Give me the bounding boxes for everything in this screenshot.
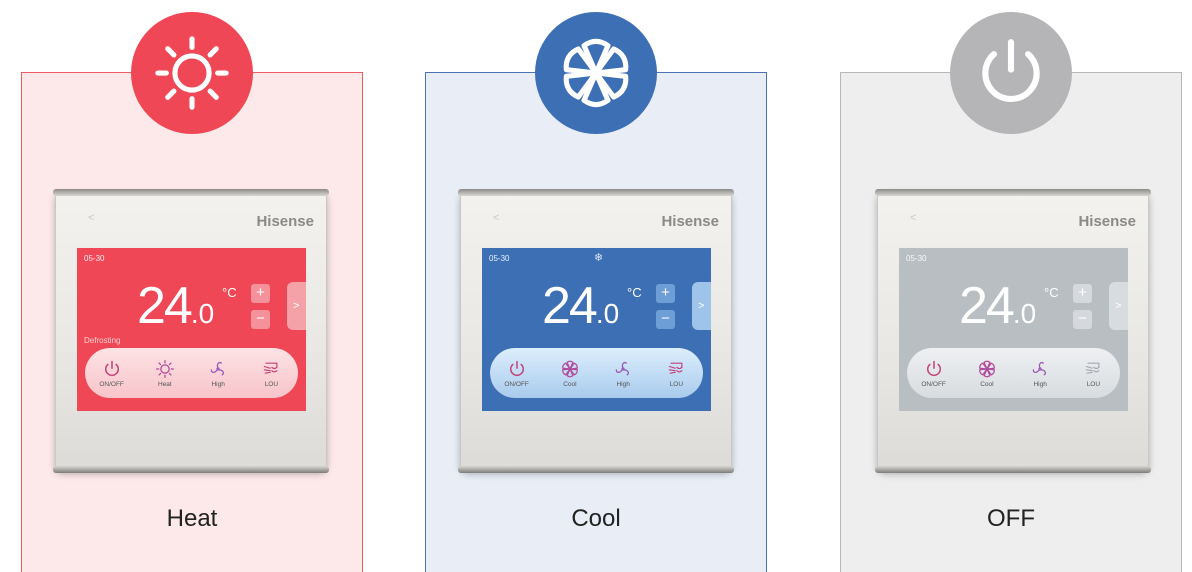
next-page-button[interactable]: >: [1109, 282, 1128, 330]
brand-logo: Hisense: [256, 213, 314, 230]
brand-logo: Hisense: [661, 213, 719, 230]
thermostat-device: < Hisense 05-30 24.0 °C + − > Defrosting…: [53, 189, 329, 473]
fan-icon: [1029, 359, 1051, 379]
thermostat-screen: 05-30 24.0 °C + − > ON/OFF Cool High LOU: [899, 248, 1128, 411]
fan-speed-button[interactable]: High: [601, 359, 645, 388]
date-display: 05-30: [906, 254, 927, 263]
temp-down-button[interactable]: −: [656, 310, 675, 329]
fan-speed-button[interactable]: High: [1018, 359, 1062, 388]
brand-logo: Hisense: [1078, 213, 1136, 230]
mode-label: Heat: [166, 505, 218, 532]
thermostat-device: < Hisense 05-30 ❄ 24.0 °C + − > ON/OFF C…: [458, 189, 734, 473]
next-page-button[interactable]: >: [287, 282, 306, 330]
power-icon: [950, 12, 1072, 134]
temperature-display: 24.0: [137, 277, 215, 335]
temperature-unit: °C: [222, 285, 237, 300]
date-display: 05-30: [84, 254, 105, 263]
control-bar: ON/OFF Heat High LOU: [85, 348, 298, 398]
thermostat-device: < Hisense 05-30 24.0 °C + − > ON/OFF Coo…: [875, 189, 1151, 473]
mode-button[interactable]: Cool: [965, 359, 1009, 388]
status-text: Defrosting: [84, 336, 121, 345]
power-button[interactable]: ON/OFF: [495, 359, 539, 388]
fan-speed-button[interactable]: High: [196, 359, 240, 388]
louver-icon: [665, 359, 687, 379]
louver-button[interactable]: LOU: [249, 359, 293, 388]
control-bar: ON/OFF Cool High LOU: [490, 348, 703, 398]
temperature-unit: °C: [627, 285, 642, 300]
power-icon: [923, 359, 945, 379]
temp-up-button[interactable]: +: [1073, 284, 1092, 303]
power-button[interactable]: ON/OFF: [90, 359, 134, 388]
sun-icon: [154, 359, 176, 379]
louver-button[interactable]: LOU: [1071, 359, 1115, 388]
snowflake-icon: [535, 12, 657, 134]
mode-button[interactable]: Cool: [548, 359, 592, 388]
power-icon: [101, 359, 123, 379]
temperature-display: 24.0: [959, 277, 1037, 335]
temp-down-button[interactable]: −: [251, 310, 270, 329]
temp-up-button[interactable]: +: [656, 284, 675, 303]
snowflake-icon: ❄: [594, 252, 604, 264]
back-icon[interactable]: <: [493, 212, 499, 224]
temp-up-button[interactable]: +: [251, 284, 270, 303]
temperature-display: 24.0: [542, 277, 620, 335]
mode-label: OFF: [987, 505, 1035, 532]
snowflake-icon: [559, 359, 581, 379]
power-icon: [506, 359, 528, 379]
temperature-unit: °C: [1044, 285, 1059, 300]
back-icon[interactable]: <: [88, 212, 94, 224]
sun-icon: [131, 12, 253, 134]
back-icon[interactable]: <: [910, 212, 916, 224]
power-button[interactable]: ON/OFF: [912, 359, 956, 388]
louver-icon: [260, 359, 282, 379]
thermostat-screen: 05-30 ❄ 24.0 °C + − > ON/OFF Cool High L…: [482, 248, 711, 411]
control-bar: ON/OFF Cool High LOU: [907, 348, 1120, 398]
snowflake-icon: [976, 359, 998, 379]
louver-icon: [1082, 359, 1104, 379]
mode-label: Cool: [571, 505, 621, 532]
thermostat-screen: 05-30 24.0 °C + − > Defrosting ON/OFF He…: [77, 248, 306, 411]
mode-button[interactable]: Heat: [143, 359, 187, 388]
fan-icon: [612, 359, 634, 379]
next-page-button[interactable]: >: [692, 282, 711, 330]
fan-icon: [207, 359, 229, 379]
temp-down-button[interactable]: −: [1073, 310, 1092, 329]
louver-button[interactable]: LOU: [654, 359, 698, 388]
date-display: 05-30: [489, 254, 510, 263]
